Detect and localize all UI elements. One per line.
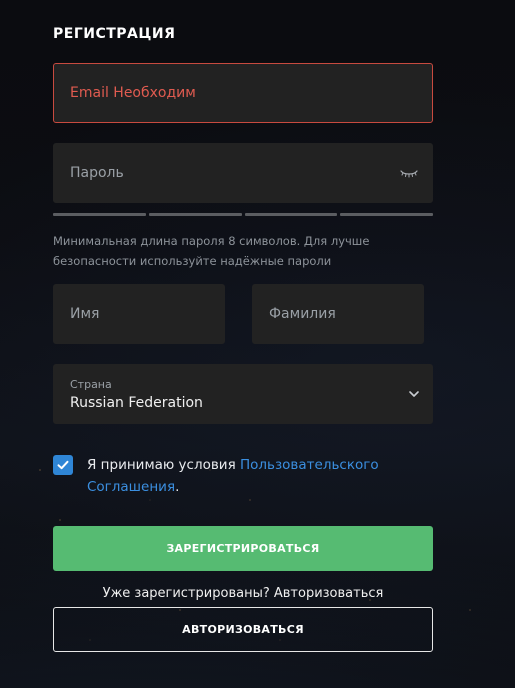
strength-segment xyxy=(148,213,242,216)
eye-closed-icon[interactable] xyxy=(400,167,418,179)
strength-segment xyxy=(53,213,146,216)
email-field[interactable]: Email Необходим xyxy=(53,63,433,123)
register-button[interactable]: ЗАРЕГИСТРИРОВАТЬСЯ xyxy=(53,526,433,571)
chevron-down-icon[interactable] xyxy=(408,388,420,400)
already-registered-text: Уже зарегистрированы? Авторизоваться xyxy=(102,586,384,601)
name-row: Имя Фамилия xyxy=(53,284,433,344)
country-label: Страна xyxy=(70,377,112,391)
terms-checkbox[interactable] xyxy=(53,455,73,475)
page-title: РЕГИСТРАЦИЯ xyxy=(53,26,176,42)
strength-segment xyxy=(340,213,433,216)
email-error-text: Email Необходим xyxy=(70,85,196,101)
password-placeholder: Пароль xyxy=(70,165,124,181)
password-hint: Минимальная длина пароля 8 символов. Для… xyxy=(53,234,370,268)
terms-text: Я принимаю условия Пользовательского Сог… xyxy=(87,454,407,498)
terms-prefix: Я принимаю условия xyxy=(87,457,240,473)
last-name-placeholder: Фамилия xyxy=(269,306,336,322)
strength-segment xyxy=(244,213,338,216)
terms-suffix: . xyxy=(175,479,180,495)
registration-form: РЕГИСТРАЦИЯ Email Необходим Пароль Миним… xyxy=(53,22,433,652)
first-name-field[interactable]: Имя xyxy=(53,284,225,344)
password-strength-meter xyxy=(53,213,433,216)
login-button[interactable]: АВТОРИЗОВАТЬСЯ xyxy=(53,607,433,652)
terms-agreement: Я принимаю условия Пользовательского Сог… xyxy=(53,454,433,498)
checkmark-icon xyxy=(57,460,69,470)
country-selected-value: Russian Federation xyxy=(70,394,203,411)
last-name-field[interactable]: Фамилия xyxy=(252,284,424,344)
password-field[interactable]: Пароль xyxy=(53,143,433,203)
country-select[interactable]: Страна Russian Federation xyxy=(53,364,433,424)
first-name-placeholder: Имя xyxy=(70,306,100,322)
